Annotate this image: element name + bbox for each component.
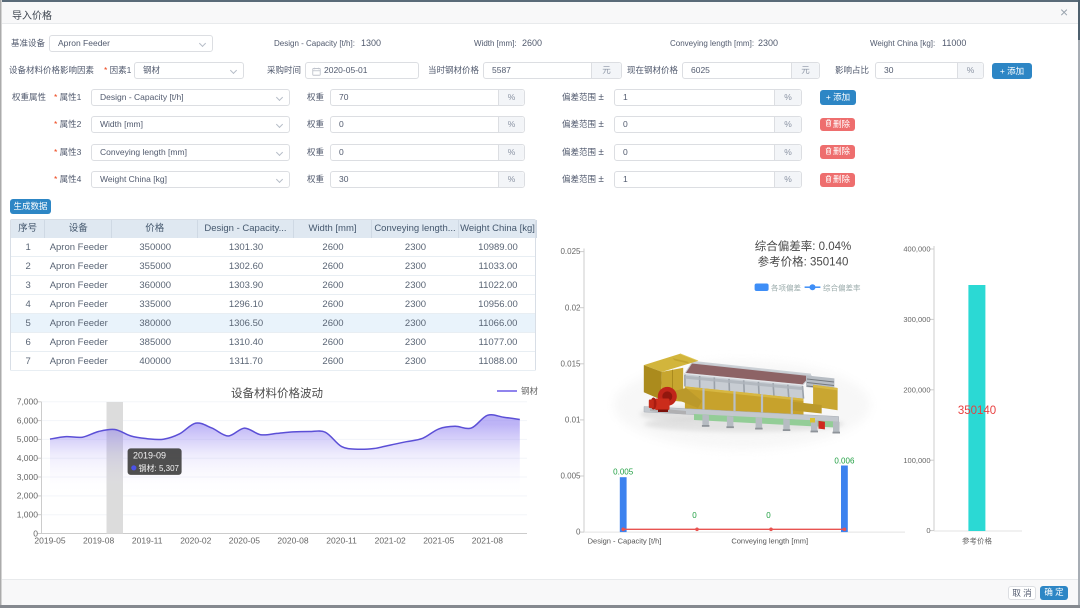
svg-text:综合偏差率: 综合偏差率: [823, 283, 861, 293]
svg-text:0.025: 0.025: [560, 247, 581, 256]
svg-text:4,000: 4,000: [17, 453, 39, 463]
svg-text:2021-05: 2021-05: [423, 536, 454, 546]
svg-text:参考价格: 350140: 参考价格: 350140: [758, 255, 849, 269]
svg-text:0: 0: [766, 511, 771, 520]
svg-text:各项偏差: 各项偏差: [771, 283, 801, 293]
svg-text:参考价格: 参考价格: [962, 536, 992, 546]
svg-text:2020-05: 2020-05: [229, 536, 260, 546]
svg-text:3,000: 3,000: [17, 472, 39, 482]
svg-text:2019-08: 2019-08: [83, 536, 114, 546]
svg-text:2021-02: 2021-02: [375, 536, 406, 546]
svg-text:Conveying length [mm]: Conveying length [mm]: [731, 537, 808, 546]
svg-text:2,000: 2,000: [17, 491, 39, 501]
svg-text:2019-05: 2019-05: [34, 536, 65, 546]
svg-text:100,000: 100,000: [903, 456, 930, 465]
svg-text:200,000: 200,000: [903, 385, 930, 394]
svg-text:设备材料价格波动: 设备材料价格波动: [231, 386, 323, 400]
svg-text:0.015: 0.015: [560, 359, 581, 368]
svg-text:0.006: 0.006: [834, 457, 855, 466]
svg-text:1,000: 1,000: [17, 510, 39, 520]
svg-text:5,000: 5,000: [17, 434, 39, 444]
svg-text:0: 0: [926, 526, 930, 535]
svg-text:2020-11: 2020-11: [326, 536, 357, 546]
svg-text:6,000: 6,000: [17, 415, 39, 425]
svg-text:Design - Capacity [t/h]: Design - Capacity [t/h]: [588, 537, 662, 546]
svg-text:0: 0: [576, 528, 581, 537]
svg-text:0.02: 0.02: [565, 303, 581, 312]
svg-text:2019-09: 2019-09: [133, 451, 166, 461]
svg-text:2021-08: 2021-08: [472, 536, 503, 546]
svg-text:400,000: 400,000: [903, 245, 930, 254]
svg-text:2020-02: 2020-02: [180, 536, 211, 546]
svg-text:300,000: 300,000: [903, 315, 930, 324]
svg-text:钢材: 钢材: [521, 386, 539, 396]
svg-text:0.005: 0.005: [613, 468, 634, 477]
svg-text:2020-08: 2020-08: [277, 536, 308, 546]
svg-text:钢材: 5,307: 钢材: 5,307: [139, 463, 180, 473]
svg-text:0.01: 0.01: [565, 416, 581, 425]
svg-text:综合偏差率: 0.04%: 综合偏差率: 0.04%: [755, 239, 852, 253]
svg-text:0.005: 0.005: [560, 472, 581, 481]
svg-text:2019-11: 2019-11: [132, 536, 163, 546]
svg-text:0: 0: [692, 511, 697, 520]
svg-text:7,000: 7,000: [17, 397, 39, 407]
svg-text:350140: 350140: [958, 405, 996, 417]
